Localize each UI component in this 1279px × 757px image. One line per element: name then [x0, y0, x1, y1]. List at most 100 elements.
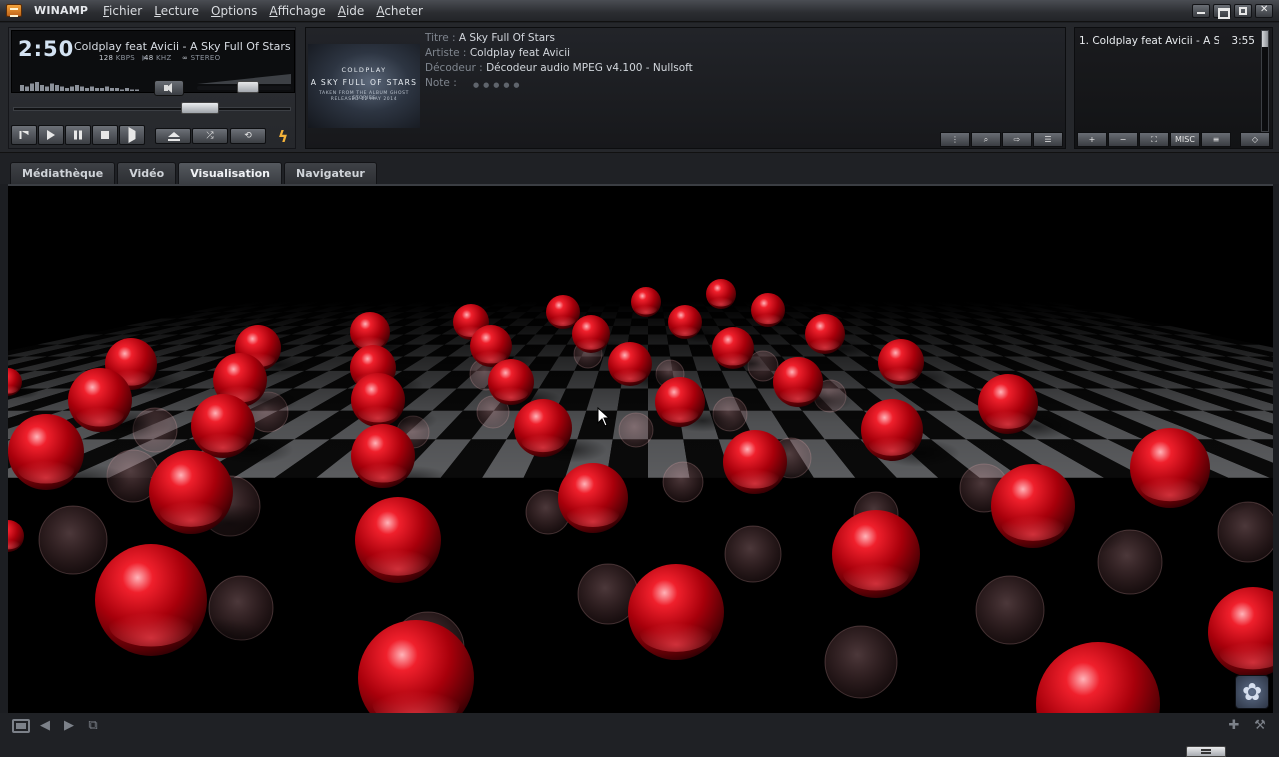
spectrum-bar [125, 88, 129, 91]
app-name: WINAMP [34, 4, 89, 17]
elapsed-time[interactable]: 2:50 [18, 37, 74, 61]
sphere-highlight [566, 500, 620, 528]
winamp-logo-icon[interactable] [6, 4, 22, 17]
info-more-button[interactable]: ⋮ [940, 132, 970, 147]
meta-decoder-label: Décodeur : [425, 62, 483, 74]
milkdrop-icon[interactable]: ✿ [1235, 675, 1269, 709]
window-controls [1192, 4, 1273, 19]
sphere-highlight [779, 383, 817, 403]
tab-video[interactable]: Vidéo [117, 162, 177, 184]
lightning-bolt-icon[interactable]: ϟ [275, 128, 291, 146]
sphere-highlight [672, 323, 698, 337]
spectrum-bar [25, 86, 29, 91]
sphere-highlight [868, 432, 916, 456]
rating-stars[interactable]: ●●●●● [473, 81, 524, 89]
playlist-scrollbar-thumb[interactable] [1262, 31, 1268, 47]
menu-acheter[interactable]: Acheter [376, 4, 423, 18]
forward-arrow-icon[interactable]: ▶ [60, 718, 78, 734]
collapse-button[interactable] [1186, 746, 1226, 757]
info-send-to-button[interactable]: ⇨ [1002, 132, 1032, 147]
seek-bar-thumb[interactable] [181, 102, 219, 114]
tab-visualisation[interactable]: Visualisation [178, 162, 283, 184]
sphere-highlight [755, 311, 781, 325]
sphere-highlight [159, 494, 223, 527]
playlist-scrollbar[interactable] [1261, 30, 1269, 132]
close-button[interactable] [1255, 4, 1273, 18]
playlist-list-button[interactable]: ≡ [1201, 132, 1231, 147]
meta-artist-value[interactable]: Coldplay feat Avicii [470, 47, 570, 59]
menu-affichage[interactable]: Affichage [269, 4, 325, 18]
back-arrow-icon[interactable]: ◀ [36, 718, 54, 734]
pause-button[interactable] [65, 125, 91, 145]
sphere-highlight [576, 335, 606, 350]
menu-options[interactable]: Options [211, 4, 257, 18]
info-search-button[interactable]: ⌕ [971, 132, 1001, 147]
sphere-highlight [810, 335, 840, 351]
sphere-reflection [824, 625, 898, 699]
tab-navigateur[interactable]: Navigateur [284, 162, 377, 184]
sphere-highlight [640, 615, 712, 652]
bottom-right-tools: ✚ ⚒ [1225, 718, 1269, 734]
sphere-highlight [883, 363, 919, 382]
playlist-add-button[interactable]: + [1077, 132, 1107, 147]
next-button[interactable] [119, 125, 145, 145]
playlist-item-title: 1. Coldplay feat Avicii - A Sky... [1079, 35, 1219, 47]
sphere-highlight [843, 557, 909, 591]
sphere-highlight [17, 454, 75, 484]
sphere-highlight [985, 406, 1031, 429]
playlist-select-button[interactable]: ⛶ [1139, 132, 1169, 147]
playlist-item[interactable]: 1. Coldplay feat Avicii - A Sky... 3:55 [1079, 35, 1255, 47]
maximize-button[interactable] [1234, 4, 1252, 18]
tab-mediatheque[interactable]: Médiathèque [10, 162, 116, 184]
seek-bar-track[interactable] [13, 107, 291, 111]
tabs-row: Médiathèque Vidéo Visualisation Navigate… [10, 162, 377, 184]
bitrate-value: 128 [99, 54, 114, 62]
sphere-highlight [199, 428, 247, 453]
meta-title-row: Titre : A Sky Full Of Stars [425, 32, 555, 44]
mini-spectrum-analyzer[interactable] [20, 81, 140, 91]
meta-title-value[interactable]: A Sky Full Of Stars [459, 32, 555, 44]
menu-fichier[interactable]: Fichier [103, 4, 142, 18]
playlist-misc-button[interactable]: MISC [1170, 132, 1200, 147]
plugin-icon[interactable]: ✚ [1225, 718, 1243, 734]
spectrum-bar [115, 88, 119, 91]
menu-aide[interactable]: Aide [338, 4, 365, 18]
info-list-button[interactable]: ☰ [1033, 132, 1063, 147]
sphere-reflection [38, 505, 108, 575]
mute-button[interactable] [154, 80, 184, 96]
play-button[interactable] [38, 125, 64, 145]
album-art[interactable]: COLDPLAY A SKY FULL OF STARS TAKEN FROM … [308, 44, 420, 128]
repeat-button[interactable]: ⟲ [230, 128, 266, 144]
meta-title-label: Titre : [425, 32, 456, 44]
sphere-reflection [662, 461, 704, 503]
sphere-highlight [76, 402, 124, 427]
transport-controls [11, 125, 145, 145]
spectrum-bar [30, 83, 34, 91]
sphere-highlight [709, 295, 733, 307]
volume-slider-thumb[interactable] [236, 81, 259, 93]
menu-lecture[interactable]: Lecture [154, 4, 199, 18]
sphere-highlight [550, 313, 576, 327]
wrench-icon[interactable]: ⚒ [1251, 718, 1269, 734]
screen-icon[interactable] [12, 719, 30, 733]
bitrate-unit: KBPS [115, 54, 136, 62]
eject-button[interactable] [155, 128, 191, 144]
spectrum-bar [40, 85, 44, 91]
title-bar[interactable]: WINAMP Fichier Lecture Options Affichage… [0, 0, 1279, 22]
shuffle-button[interactable]: ⤮ [192, 128, 228, 144]
playlist-remove-button[interactable]: − [1108, 132, 1138, 147]
meta-artist-row: Artiste : Coldplay feat Avicii [425, 47, 570, 59]
spectrum-bar [65, 88, 69, 91]
previous-button[interactable] [11, 125, 37, 145]
link-icon[interactable]: ⧉ [84, 718, 102, 734]
playlist-menu-button[interactable]: ◇ [1240, 132, 1270, 147]
visualization-canvas[interactable]: ✿ [8, 186, 1273, 713]
spectrum-bar [110, 88, 114, 91]
stereo-icon: ∞ [182, 54, 189, 62]
restore-button[interactable] [1213, 4, 1231, 19]
samplerate-unit: KHZ [156, 54, 172, 62]
minimize-button[interactable] [1192, 4, 1210, 18]
stop-button[interactable] [92, 125, 118, 145]
spectrum-bar [85, 88, 89, 91]
player-area: 2:50 Coldplay feat Avicii - A Sky Full O… [0, 23, 1279, 152]
